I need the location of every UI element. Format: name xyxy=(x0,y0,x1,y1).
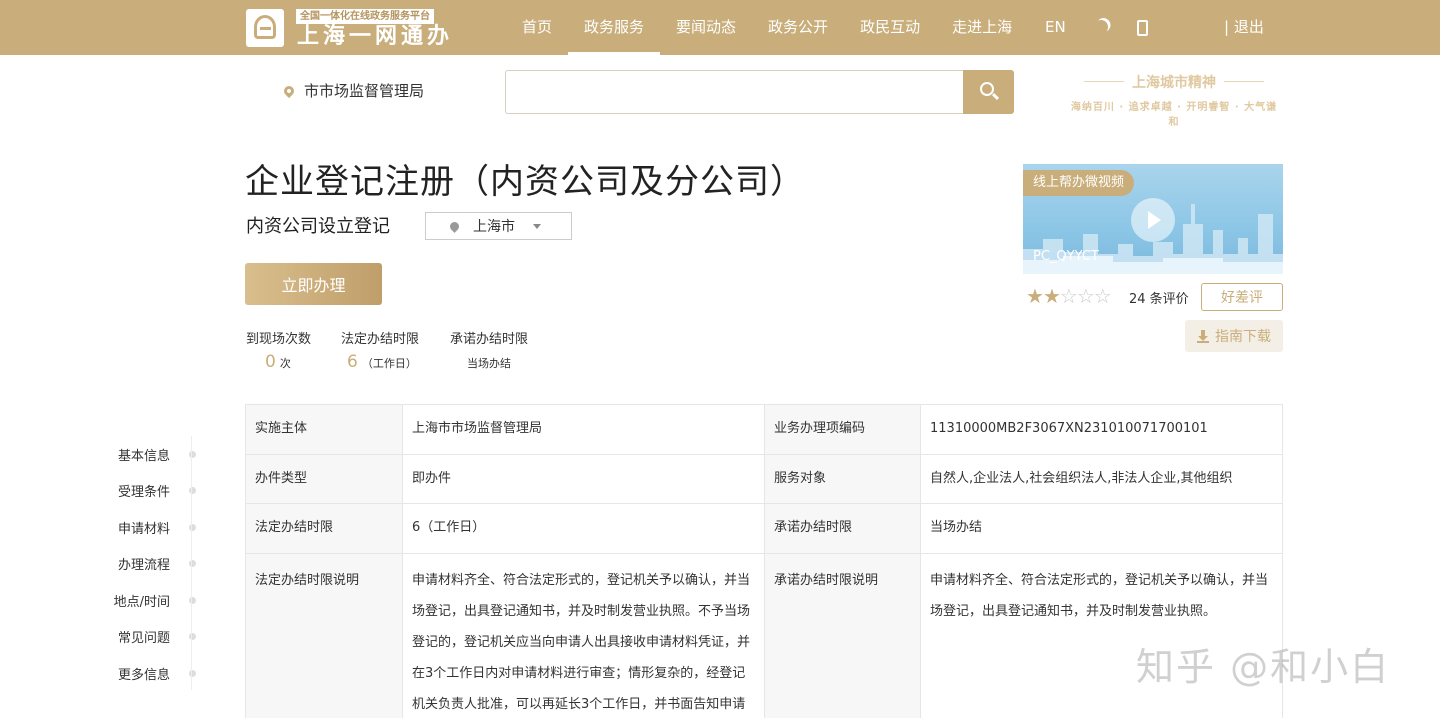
language-switch[interactable]: EN xyxy=(1045,0,1066,55)
nav-gov-services[interactable]: 政务服务 xyxy=(568,0,661,55)
star-empty-icon: ☆ xyxy=(1076,284,1095,308)
department-selector[interactable]: 市市场监督管理局 xyxy=(281,80,425,101)
table-value: 11310000MB2F3067XN231010071700101 xyxy=(920,404,1283,455)
star-filled-icon: ★ xyxy=(1026,284,1044,308)
table-row: 实施主体 上海市市场监督管理局 业务办理项编码 11310000MB2F3067… xyxy=(245,404,1283,455)
page-title: 企业登记注册（内资公司及分公司） xyxy=(245,162,805,202)
nav-news[interactable]: 要闻动态 xyxy=(660,0,752,55)
city-spirit-title: 上海城市精神 xyxy=(1066,72,1282,92)
department-name: 市市场监督管理局 xyxy=(304,82,425,100)
nav-home[interactable]: 首页 xyxy=(506,0,568,55)
top-navigation-bar: 全国一体化在线政务服务平台 上海一网通办 首页 政务服务 要闻动态 政务公开 政… xyxy=(0,0,1440,55)
apply-now-button[interactable]: 立即办理 xyxy=(245,263,382,305)
elder-mode-icon[interactable] xyxy=(1092,18,1110,36)
stat-label-promised-limit: 承诺办结时限 xyxy=(450,332,529,347)
search-input[interactable] xyxy=(505,70,965,114)
rating-stars: ★★☆☆☆ xyxy=(1026,284,1112,308)
sidenav-faq[interactable]: 常见问题 xyxy=(100,619,196,656)
stat-value-promised-limit: 当场办结 xyxy=(467,357,511,370)
table-value: 当场办结 xyxy=(920,503,1283,554)
dot-icon xyxy=(189,523,196,531)
table-row: 法定办结时限说明 申请材料齐全、符合法定形式的，登记机关予以确认，并当场登记，出… xyxy=(245,552,1283,718)
sidenav-more-info[interactable]: 更多信息 xyxy=(100,655,196,692)
dot-icon xyxy=(189,596,196,604)
star-filled-icon: ★ xyxy=(1042,284,1061,308)
dot-icon xyxy=(189,669,196,677)
table-label: 实施主体 xyxy=(245,404,403,455)
stat-value-legal-limit: 6 （工作日） xyxy=(347,352,417,372)
table-value: 自然人,企业法人,社会组织法人,非法人企业,其他组织 xyxy=(920,453,1283,504)
brand-name[interactable]: 上海一网通办 xyxy=(297,24,453,50)
dot-icon xyxy=(189,560,196,568)
stat-label-visits: 到现场次数 xyxy=(246,332,312,347)
video-tag: 线上帮办微视频 xyxy=(1023,170,1135,196)
stat-label-legal-limit: 法定办结时限 xyxy=(341,332,420,347)
region-select[interactable]: 上海市 xyxy=(425,212,572,240)
chevron-down-icon xyxy=(533,223,541,229)
location-pin-icon xyxy=(448,219,461,233)
nav-gov-info[interactable]: 政务公开 xyxy=(752,0,844,55)
city-spirit-banner: 上海城市精神 海纳百川 · 追求卓越 · 开明睿智 · 大气谦和 xyxy=(1066,72,1282,128)
section-sidenav: 基本信息 受理条件 申请材料 办理流程 地点/时间 常见问题 更多信息 xyxy=(100,436,196,692)
search-button[interactable] xyxy=(963,70,1014,114)
guide-download-label: 指南下载 xyxy=(1215,329,1271,345)
rate-service-button[interactable]: 好差评 xyxy=(1201,283,1283,311)
rating-count[interactable]: 24 条评价 xyxy=(1129,288,1189,307)
star-empty-icon: ☆ xyxy=(1093,284,1112,308)
table-label: 办件类型 xyxy=(245,453,403,504)
play-icon[interactable] xyxy=(1131,198,1175,242)
table-label: 业务办理项编码 xyxy=(764,404,921,455)
table-value: 6（工作日） xyxy=(402,503,765,554)
download-icon xyxy=(1197,329,1209,343)
sidenav-basic-info[interactable]: 基本信息 xyxy=(100,436,196,473)
dot-icon xyxy=(189,633,196,641)
video-code: PC_QYYCT xyxy=(1033,249,1099,264)
nav-interaction[interactable]: 政民互动 xyxy=(844,0,936,55)
table-value: 即办件 xyxy=(402,453,765,504)
region-value: 上海市 xyxy=(473,219,515,235)
city-spirit-slogan: 海纳百川 · 追求卓越 · 开明睿智 · 大气谦和 xyxy=(1070,102,1278,128)
table-label: 法定办结时限 xyxy=(245,503,403,554)
table-row: 法定办结时限 6（工作日） 承诺办结时限 当场办结 xyxy=(245,503,1283,554)
table-value: 申请材料齐全、符合法定形式的，登记机关予以确认，并当场登记，出具登记通知书，并及… xyxy=(402,552,765,718)
table-row: 办件类型 即办件 服务对象 自然人,企业法人,社会组织法人,非法人企业,其他组织 xyxy=(245,453,1283,504)
logout-link[interactable]: | 退出 xyxy=(1224,0,1264,55)
sidenav-process[interactable]: 办理流程 xyxy=(100,546,196,583)
guide-download-button[interactable]: 指南下载 xyxy=(1185,320,1283,352)
dot-icon xyxy=(189,450,196,458)
site-logo-icon[interactable] xyxy=(246,9,284,47)
mobile-icon[interactable] xyxy=(1137,20,1148,36)
basic-info-table: 实施主体 上海市市场监督管理局 业务办理项编码 11310000MB2F3067… xyxy=(245,404,1283,718)
dot-icon xyxy=(189,487,196,495)
table-label: 承诺办结时限说明 xyxy=(764,552,921,718)
sidenav-materials[interactable]: 申请材料 xyxy=(100,509,196,546)
nav-about-shanghai[interactable]: 走进上海 xyxy=(936,0,1028,55)
main-nav: 首页 政务服务 要闻动态 政务公开 政民互动 走进上海 xyxy=(506,0,1028,55)
table-label: 法定办结时限说明 xyxy=(245,552,403,718)
stat-value-visits: 0次 xyxy=(265,352,291,372)
sidenav-conditions[interactable]: 受理条件 xyxy=(100,473,196,510)
star-empty-icon: ☆ xyxy=(1059,284,1078,308)
watermark: 知乎 @和小白 xyxy=(1136,645,1391,689)
table-label: 承诺办结时限 xyxy=(764,503,921,554)
location-pin-icon xyxy=(281,83,297,98)
table-label: 服务对象 xyxy=(764,453,921,504)
platform-badge: 全国一体化在线政务服务平台 xyxy=(296,9,434,24)
sidenav-location-time[interactable]: 地点/时间 xyxy=(100,582,196,619)
service-subtitle: 内资公司设立登记 xyxy=(246,216,390,237)
help-video-card[interactable]: 线上帮办微视频 PC_QYYCT xyxy=(1023,164,1283,274)
table-value: 上海市市场监督管理局 xyxy=(402,404,765,455)
